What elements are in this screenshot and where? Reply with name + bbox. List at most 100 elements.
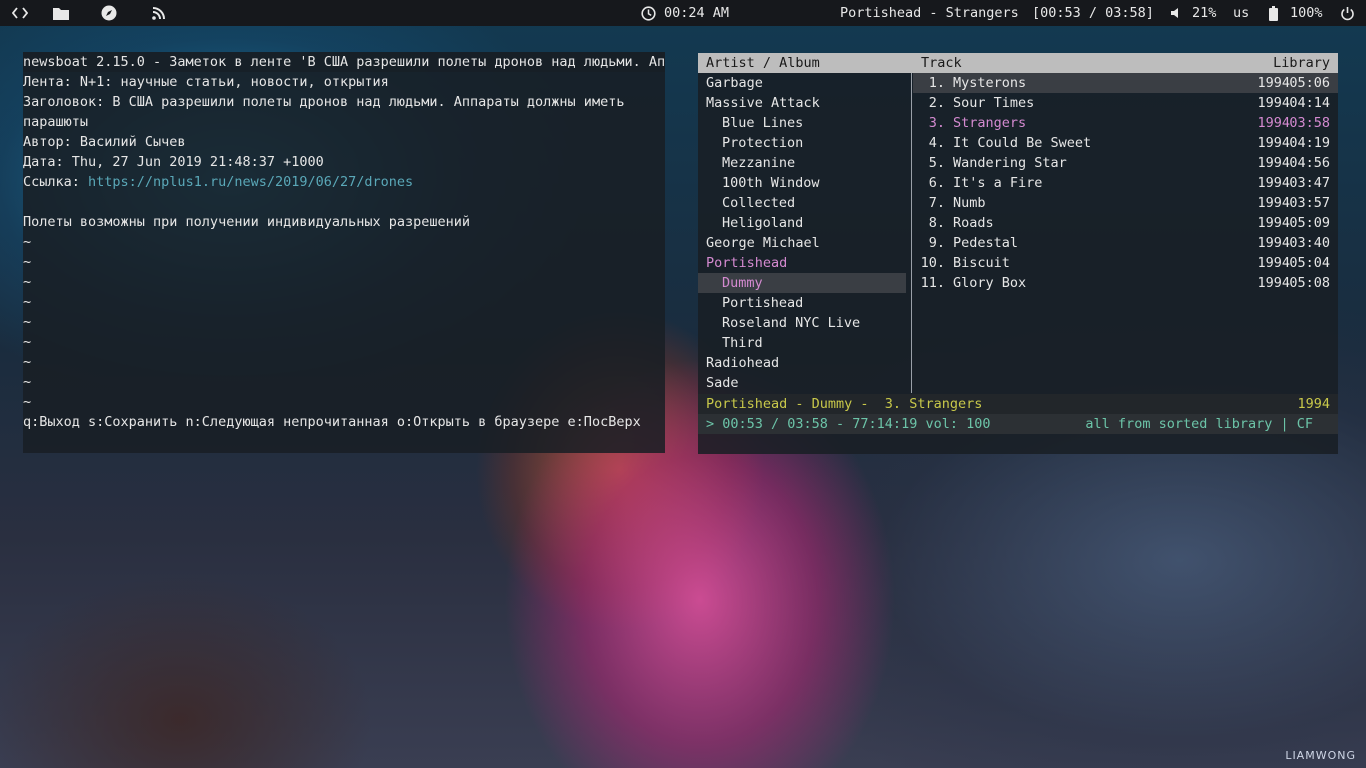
watermark-logo: LIAMWONG <box>1285 749 1356 762</box>
album-item[interactable]: Collected <box>698 193 906 213</box>
empty-line-tilde: ~ <box>23 254 32 270</box>
track-title: Pedestal <box>953 235 1019 251</box>
album-item[interactable]: Portishead <box>698 293 906 313</box>
status-track: Portishead - Dummy - 3. Strangers <box>706 396 983 412</box>
status-position: > 00:53 / 03:58 - 77:14:19 vol: 100 <box>706 416 991 432</box>
keyboard-layout[interactable]: us <box>1233 5 1249 21</box>
empty-line-tilde: ~ <box>23 334 32 350</box>
top-bar: 00:24 AM Portishead - Strangers [00:53 /… <box>0 0 1366 26</box>
cmus-now-playing-bar: Portishead - Dummy - 3. Strangers 1994 <box>698 394 1338 414</box>
article-body: Полеты возможны при получении индивидуал… <box>23 214 471 230</box>
date-line: Дата: Thu, 27 Jun 2019 21:48:37 +1000 <box>23 154 324 170</box>
album-item[interactable]: Dummy <box>698 273 906 293</box>
track-duration: 05:08 <box>1289 275 1330 291</box>
feed-line: Лента: N+1: научные статьи, новости, отк… <box>23 74 389 90</box>
track-number: 9. <box>928 235 945 251</box>
track-number: 5. <box>928 155 945 171</box>
track-row[interactable]: 2. Sour Times 1994 04:14 <box>913 93 1338 113</box>
track-title: Mysterons <box>953 75 1027 91</box>
track-year: 1994 <box>1257 115 1290 131</box>
track-row[interactable]: 1. Mysterons 1994 05:06 <box>913 73 1338 93</box>
track-number: 2. <box>928 95 945 111</box>
folder-icon[interactable] <box>49 3 73 23</box>
track-number: 11. <box>920 275 945 291</box>
header-track: Track <box>921 55 962 71</box>
track-row[interactable]: 6. It's a Fire 1994 03:47 <box>913 173 1338 193</box>
link-line: Ссылка: https://nplus1.ru/news/2019/06/2… <box>23 172 413 192</box>
track-number: 10. <box>920 255 945 271</box>
album-item[interactable]: Roseland NYC Live <box>698 313 906 333</box>
track-row[interactable]: 11. Glory Box 1994 05:08 <box>913 273 1338 293</box>
link-label: Ссылка: <box>23 174 89 190</box>
track-duration: 03:58 <box>1289 115 1330 131</box>
help-bar: q:Выход s:Сохранить n:Следующая непрочит… <box>23 414 641 430</box>
track-row[interactable]: 4. It Could Be Sweet 1994 04:19 <box>913 133 1338 153</box>
artist-item[interactable]: George Michael <box>698 233 906 253</box>
rss-icon[interactable] <box>146 3 170 23</box>
author-line: Автор: Василий Сычев <box>23 134 186 150</box>
volume-icon[interactable] <box>1164 3 1188 23</box>
artist-item[interactable]: Portishead <box>698 253 906 273</box>
empty-line-tilde: ~ <box>23 234 32 250</box>
album-item[interactable]: Heligoland <box>698 213 906 233</box>
track-year: 1994 <box>1257 255 1290 271</box>
empty-line-tilde: ~ <box>23 314 32 330</box>
album-item[interactable]: 100th Window <box>698 173 906 193</box>
now-playing-title: Portishead - Strangers <box>840 5 1019 21</box>
artist-item[interactable]: Garbage <box>698 73 906 93</box>
track-number: 6. <box>928 175 945 191</box>
album-item[interactable]: Blue Lines <box>698 113 906 133</box>
track-duration: 03:40 <box>1289 235 1330 251</box>
track-number: 4. <box>928 135 945 151</box>
empty-line-tilde: ~ <box>23 294 32 310</box>
track-title: Strangers <box>953 115 1027 131</box>
article-link[interactable]: https://nplus1.ru/news/2019/06/27/drones <box>88 174 413 190</box>
track-title: Numb <box>953 195 986 211</box>
compass-icon[interactable] <box>97 3 121 23</box>
track-row[interactable]: 8. Roads 1994 05:09 <box>913 213 1338 233</box>
track-duration: 05:04 <box>1289 255 1330 271</box>
empty-line-tilde: ~ <box>23 394 32 410</box>
track-row[interactable]: 9. Pedestal 1994 03:40 <box>913 233 1338 253</box>
status-year: 1994 <box>1297 396 1330 412</box>
empty-line-tilde: ~ <box>23 354 32 370</box>
now-playing-progress: [00:53 / 03:58] <box>1032 5 1154 21</box>
track-year: 1994 <box>1257 175 1290 191</box>
album-item[interactable]: Mezzanine <box>698 153 906 173</box>
track-title: It Could Be Sweet <box>953 135 1092 151</box>
newsboat-window[interactable]: newsboat 2.15.0 - Заметок в ленте 'В США… <box>23 52 665 453</box>
volume-text: 21% <box>1192 5 1217 21</box>
track-year: 1994 <box>1257 75 1290 91</box>
title-line: Заголовок: В США разрешили полеты дронов… <box>23 94 625 110</box>
track-row[interactable]: 7. Numb 1994 03:57 <box>913 193 1338 213</box>
battery-text: 100% <box>1290 5 1323 21</box>
artist-item[interactable]: Radiohead <box>698 353 906 373</box>
status-mode: all from sorted library | CF <box>1085 416 1313 432</box>
artist-item[interactable]: Massive Attack <box>698 93 906 113</box>
track-year: 1994 <box>1257 235 1290 251</box>
battery-icon <box>1261 3 1285 23</box>
cmus-header: Artist / Album Track Library <box>698 53 1338 73</box>
newsboat-title-line: newsboat 2.15.0 - Заметок в ленте 'В США… <box>23 52 665 72</box>
empty-line-tilde: ~ <box>23 374 32 390</box>
track-year: 1994 <box>1257 95 1290 111</box>
track-row[interactable]: 5. Wandering Star 1994 04:56 <box>913 153 1338 173</box>
track-year: 1994 <box>1257 155 1290 171</box>
header-library: Library <box>1273 55 1330 71</box>
track-number: 1. <box>928 75 945 91</box>
code-icon[interactable] <box>8 3 32 23</box>
track-duration: 03:47 <box>1289 175 1330 191</box>
album-item[interactable]: Protection <box>698 133 906 153</box>
track-year: 1994 <box>1257 275 1290 291</box>
track-row[interactable]: 3. Strangers 1994 03:58 <box>913 113 1338 133</box>
cmus-window[interactable]: Artist / Album Track Library Garbage Mass… <box>698 53 1338 454</box>
track-year: 1994 <box>1257 215 1290 231</box>
track-number: 8. <box>928 215 945 231</box>
artist-item[interactable]: Sade <box>698 373 906 393</box>
track-row[interactable]: 10. Biscuit 1994 05:04 <box>913 253 1338 273</box>
clock-icon <box>636 3 660 23</box>
track-duration: 05:06 <box>1289 75 1330 91</box>
power-icon[interactable] <box>1335 3 1359 23</box>
album-item[interactable]: Third <box>698 333 906 353</box>
track-duration: 04:14 <box>1289 95 1330 111</box>
